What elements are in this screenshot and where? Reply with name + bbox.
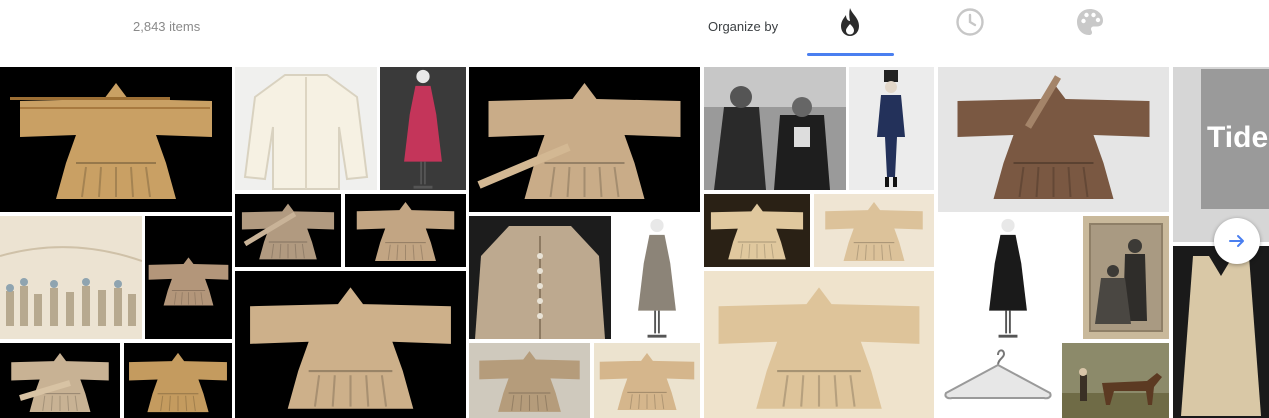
gallery-tile-robe-fringe[interactable] [594,343,700,418]
gallery-tile-robe-ochre[interactable] [124,343,232,418]
gallery-tile-tide-box[interactable]: Tide [1173,67,1269,242]
gallery-tile-robe-patterned[interactable] [0,67,232,212]
gallery-tile-red-dress[interactable] [380,67,466,190]
gallery-tile-formal-suit[interactable] [849,67,934,190]
gallery-tile-white-jacket[interactable] [235,67,377,190]
gallery-tile-hanger[interactable] [938,343,1058,418]
organize-popular-button[interactable] [833,5,867,39]
palette-icon [1077,9,1103,35]
gallery-tile-robe-large[interactable] [235,271,466,418]
tide-box-label: Tide [1207,121,1268,154]
gallery-tile-patterned-dress[interactable] [1173,246,1269,418]
gallery-tile-vintage-portrait[interactable] [1083,216,1169,339]
gallery-tile-robe-tan[interactable] [345,194,466,267]
item-count: 2,843 items [133,19,201,34]
arrow-right-icon [1229,235,1244,247]
gallery-tile-tweed-coat[interactable] [469,216,611,339]
next-page-button[interactable] [1214,218,1260,264]
gallery-tile-robe-paper[interactable] [704,271,934,418]
gallery-tile-robe-table[interactable] [469,343,590,418]
gallery-tile-robe-brown[interactable] [938,67,1169,212]
gallery-tile-robe-light[interactable] [814,194,934,267]
organize-by-label: Organize by [708,19,779,34]
organize-color-button[interactable] [1073,5,1107,39]
active-tab-indicator [807,53,894,56]
gallery-tile-robe-wide[interactable] [469,67,700,212]
flame-icon [841,8,859,36]
gallery-tile-horse-painting[interactable] [1062,343,1169,418]
organize-time-button[interactable] [953,5,987,39]
gallery-tile-plaid-coat[interactable] [614,216,700,339]
gallery-header: 2,843 items Organize by [0,0,1269,58]
gallery-tile-robe-sash-2[interactable] [235,194,341,267]
gallery-tile-robe-sash[interactable] [0,343,120,418]
gallery-tile-robe-cream[interactable] [704,194,810,267]
gallery-tile-photo-group[interactable] [704,67,846,190]
gallery-tile-robe-small[interactable] [145,216,232,339]
gallery-tile-sketch-crowd[interactable] [0,216,142,339]
clock-icon [956,8,984,36]
gallery-tile-black-coat[interactable] [938,216,1079,339]
